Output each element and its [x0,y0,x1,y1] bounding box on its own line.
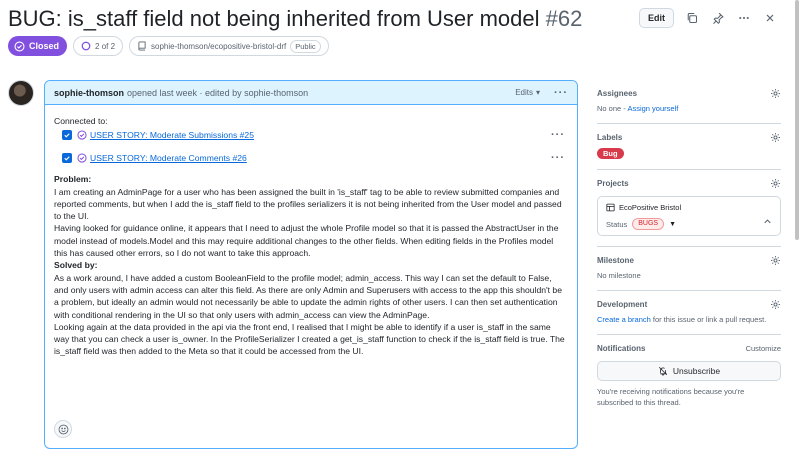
comment-author[interactable]: sophie-thomson [54,88,124,98]
gear-icon[interactable] [770,255,781,266]
development-section: Development Create a branch for this iss… [597,291,781,335]
solved-paragraph: As a work around, I have added a custom … [54,272,562,320]
issue-body-comment: sophie-thomson opened last week · edited… [44,80,578,449]
more-icon[interactable] [736,10,752,26]
issue-sidebar: Assignees No one - Assign yourself Label… [597,80,781,418]
chevron-up-icon[interactable] [763,217,772,226]
comment-meta: opened last week · edited by sophie-thom… [127,87,309,98]
labels-section: Labels Bug [597,124,781,170]
notifications-section: Notifications Customize Unsubscribe You'… [597,335,781,418]
milestone-value: No milestone [597,271,641,280]
gear-icon[interactable] [770,178,781,189]
connected-label: Connected to: [54,116,108,126]
problem-paragraph: I am creating an AdminPage for a user wh… [54,186,562,222]
task-more-icon[interactable]: ··· [551,152,565,164]
development-title: Development [597,299,648,309]
unsubscribe-button[interactable]: Unsubscribe [597,361,781,381]
edits-dropdown[interactable]: Edits ▾ [515,88,540,97]
edit-button[interactable]: Edit [639,8,674,28]
gear-icon[interactable] [770,88,781,99]
task-checkbox[interactable] [62,153,72,164]
milestone-title: Milestone [597,255,634,265]
notifications-title: Notifications [597,343,646,353]
header-actions: Edit [639,8,778,28]
projects-section: Projects EcoPositive Bristol Status BUGS… [597,170,781,247]
label-bug[interactable]: Bug [597,148,624,159]
problem-heading: Problem: [54,174,92,185]
bell-slash-icon [658,366,667,376]
assign-yourself-link[interactable]: Assign yourself [627,104,678,113]
repo-icon [138,41,146,51]
pin-icon[interactable] [710,10,726,26]
development-suffix: for this issue or link a pull request. [652,315,767,324]
task-checkbox[interactable] [62,130,72,141]
check-circle-icon [14,40,25,52]
task-item: USER STORY: Moderate Comments #26 ··· [62,150,568,166]
project-card: EcoPositive Bristol Status BUGS ▼ [597,196,781,236]
task-more-icon[interactable]: ··· [551,129,565,141]
triangle-down-icon: ▾ [535,88,540,97]
visibility-badge: Public [290,39,321,53]
task-link[interactable]: USER STORY: Moderate Comments #26 [90,152,247,164]
subissues-progress[interactable]: 2 of 2 [73,36,124,56]
repo-link[interactable]: sophie-thomson/ecopositive-bristol-drf P… [129,36,329,56]
scrollbar[interactable] [795,0,799,453]
comment-body: Connected to: USER STORY: Moderate Submi… [45,105,577,368]
labels-title: Labels [597,132,623,142]
comment-more-icon[interactable]: ··· [554,87,568,99]
project-name[interactable]: EcoPositive Bristol [619,203,681,212]
task-link[interactable]: USER STORY: Moderate Submissions #25 [90,129,254,141]
closed-issue-icon [77,153,87,163]
issue-title-text: BUG: is_staff field not being inherited … [8,6,540,31]
solved-heading: Solved by: [54,260,98,271]
scrollbar-thumb[interactable] [795,0,799,240]
problem-paragraph: Having looked for guidance online, it ap… [54,223,559,259]
comment-header: sophie-thomson opened last week · edited… [45,81,577,105]
progress-circle-icon [81,41,91,51]
solved-paragraph: Looking again at the data provided in th… [54,321,565,357]
edits-label: Edits [515,88,533,97]
closed-issue-icon [77,130,87,140]
gear-icon[interactable] [770,299,781,310]
issue-title: BUG: is_staff field not being inherited … [8,6,582,32]
projects-title: Projects [597,178,629,188]
repo-name: sophie-thomson/ecopositive-bristol-drf [151,41,287,51]
state-label: Closed [29,41,60,51]
issue-meta: Closed 2 of 2 sophie-thomson/ecopositive… [8,36,329,56]
issue-number: #62 [545,6,583,31]
customize-link[interactable]: Customize [746,344,781,353]
status-label: Status [606,219,628,229]
assignees-none: No one - [597,104,626,113]
smiley-icon [58,424,68,434]
milestone-section: Milestone No milestone [597,247,781,291]
close-icon[interactable] [762,10,778,26]
status-badge[interactable]: BUGS [632,218,665,230]
copy-icon[interactable] [684,10,700,26]
notification-note: You're receiving notifications because y… [597,387,745,407]
create-branch-link[interactable]: Create a branch [597,315,651,324]
table-icon [606,203,615,212]
assignees-section: Assignees No one - Assign yourself [597,80,781,124]
unsubscribe-label: Unsubscribe [672,366,721,376]
add-reaction-button[interactable] [54,420,72,438]
avatar[interactable] [8,80,34,106]
subissues-count: 2 of 2 [95,41,116,51]
assignees-title: Assignees [597,88,638,98]
task-item: USER STORY: Moderate Submissions #25 ··· [62,127,568,143]
gear-icon[interactable] [770,132,781,143]
state-badge: Closed [8,36,68,56]
triangle-down-icon[interactable]: ▼ [669,221,676,228]
